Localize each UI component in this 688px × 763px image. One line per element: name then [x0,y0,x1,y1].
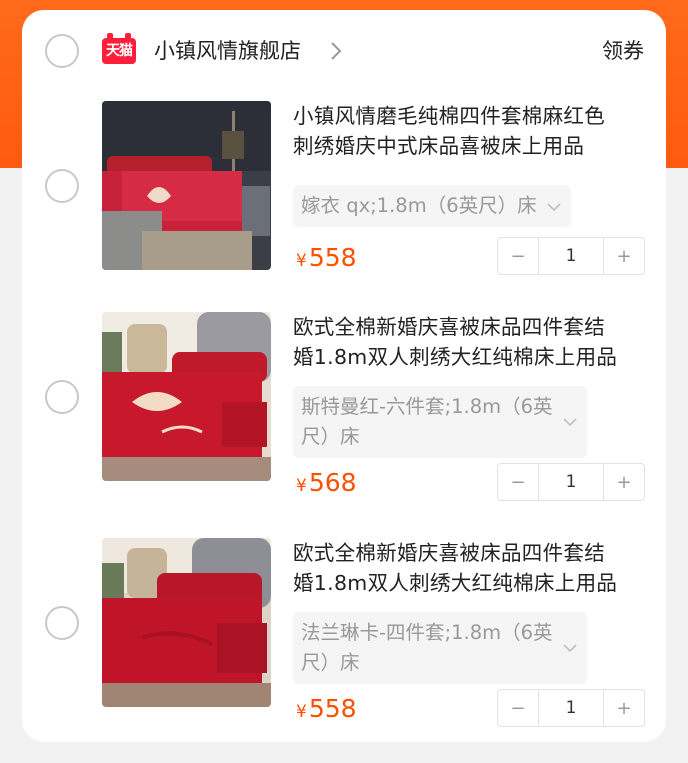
product-title-line: 小镇风情磨毛纯棉四件套棉麻红色 [293,104,605,128]
sku-text: 嫁衣 qx;1.8m（6英尺）床 [301,194,537,217]
sku-selector[interactable]: 法兰琳卡-四件套;1.8m（6英 尺）床 [293,612,587,684]
chevron-right-icon[interactable] [326,39,346,63]
sku-text: 法兰琳卡-四件套;1.8m（6英 [301,621,553,644]
quantity-value[interactable]: 1 [538,238,604,274]
chevron-down-icon [547,203,561,212]
price-value: 558 [308,694,357,723]
shop-name-link[interactable]: 小镇风情旗舰店 [154,36,301,66]
cart-item: 欧式全棉新婚庆喜被床品四件套结 婚1.8m双人刺绣大红纯棉床上用品 斯特曼红-六… [22,312,666,501]
currency-symbol: ¥ [296,251,307,271]
sku-text: 尺）床 [301,425,360,448]
coupon-button[interactable]: 领券 [602,36,644,66]
tmall-badge-icon: 天猫 [102,33,136,64]
sku-text: 尺）床 [301,651,360,674]
product-title-line: 欧式全棉新婚庆喜被床品四件套结 [293,315,605,339]
currency-symbol: ¥ [296,476,307,496]
price-value: 558 [308,243,357,272]
chevron-down-icon [562,644,577,653]
sku-selector[interactable]: 嫁衣 qx;1.8m（6英尺）床 [293,185,571,227]
decrease-button[interactable]: − [498,690,538,726]
item-select-radio[interactable] [45,169,79,203]
product-title-line: 刺绣婚庆中式床品喜被床上用品 [293,134,585,158]
product-image[interactable] [102,101,271,270]
product-title[interactable]: 欧式全棉新婚庆喜被床品四件套结 婚1.8m双人刺绣大红纯棉床上用品 [293,538,643,598]
increase-button[interactable]: + [604,690,644,726]
sku-selector[interactable]: 斯特曼红-六件套;1.8m（6英 尺）床 [293,386,587,458]
shop-header: 天猫 小镇风情旗舰店 领券 [22,10,666,90]
item-select-radio[interactable] [45,380,79,414]
item-select-radio[interactable] [45,606,79,640]
quantity-value[interactable]: 1 [538,690,604,726]
product-image[interactable] [102,538,271,707]
quantity-stepper: − 1 + [497,689,645,727]
shop-cart-card: 天猫 小镇风情旗舰店 领券 小镇风情磨毛纯棉四件套棉麻红色 刺绣婚庆中式床品喜被… [22,10,666,742]
quantity-value[interactable]: 1 [538,464,604,500]
increase-button[interactable]: + [604,238,644,274]
product-title-line: 婚1.8m双人刺绣大红纯棉床上用品 [293,571,618,595]
product-title[interactable]: 小镇风情磨毛纯棉四件套棉麻红色 刺绣婚庆中式床品喜被床上用品 [293,101,643,161]
quantity-stepper: − 1 + [497,237,645,275]
chevron-down-icon [562,418,577,427]
quantity-stepper: − 1 + [497,463,645,501]
cart-item: 小镇风情磨毛纯棉四件套棉麻红色 刺绣婚庆中式床品喜被床上用品 嫁衣 qx;1.8… [22,101,666,281]
shop-select-radio[interactable] [45,34,79,68]
price: ¥558 [296,694,357,723]
price: ¥558 [296,243,357,272]
decrease-button[interactable]: − [498,238,538,274]
product-title-line: 婚1.8m双人刺绣大红纯棉床上用品 [293,345,618,369]
currency-symbol: ¥ [296,702,307,722]
sku-text: 斯特曼红-六件套;1.8m（6英 [301,395,553,418]
price: ¥568 [296,468,357,497]
price-value: 568 [308,468,357,497]
product-title-line: 欧式全棉新婚庆喜被床品四件套结 [293,541,605,565]
cart-item: 欧式全棉新婚庆喜被床品四件套结 婚1.8m双人刺绣大红纯棉床上用品 法兰琳卡-四… [22,538,666,727]
product-image[interactable] [102,312,271,481]
increase-button[interactable]: + [604,464,644,500]
decrease-button[interactable]: − [498,464,538,500]
product-title[interactable]: 欧式全棉新婚庆喜被床品四件套结 婚1.8m双人刺绣大红纯棉床上用品 [293,312,643,372]
